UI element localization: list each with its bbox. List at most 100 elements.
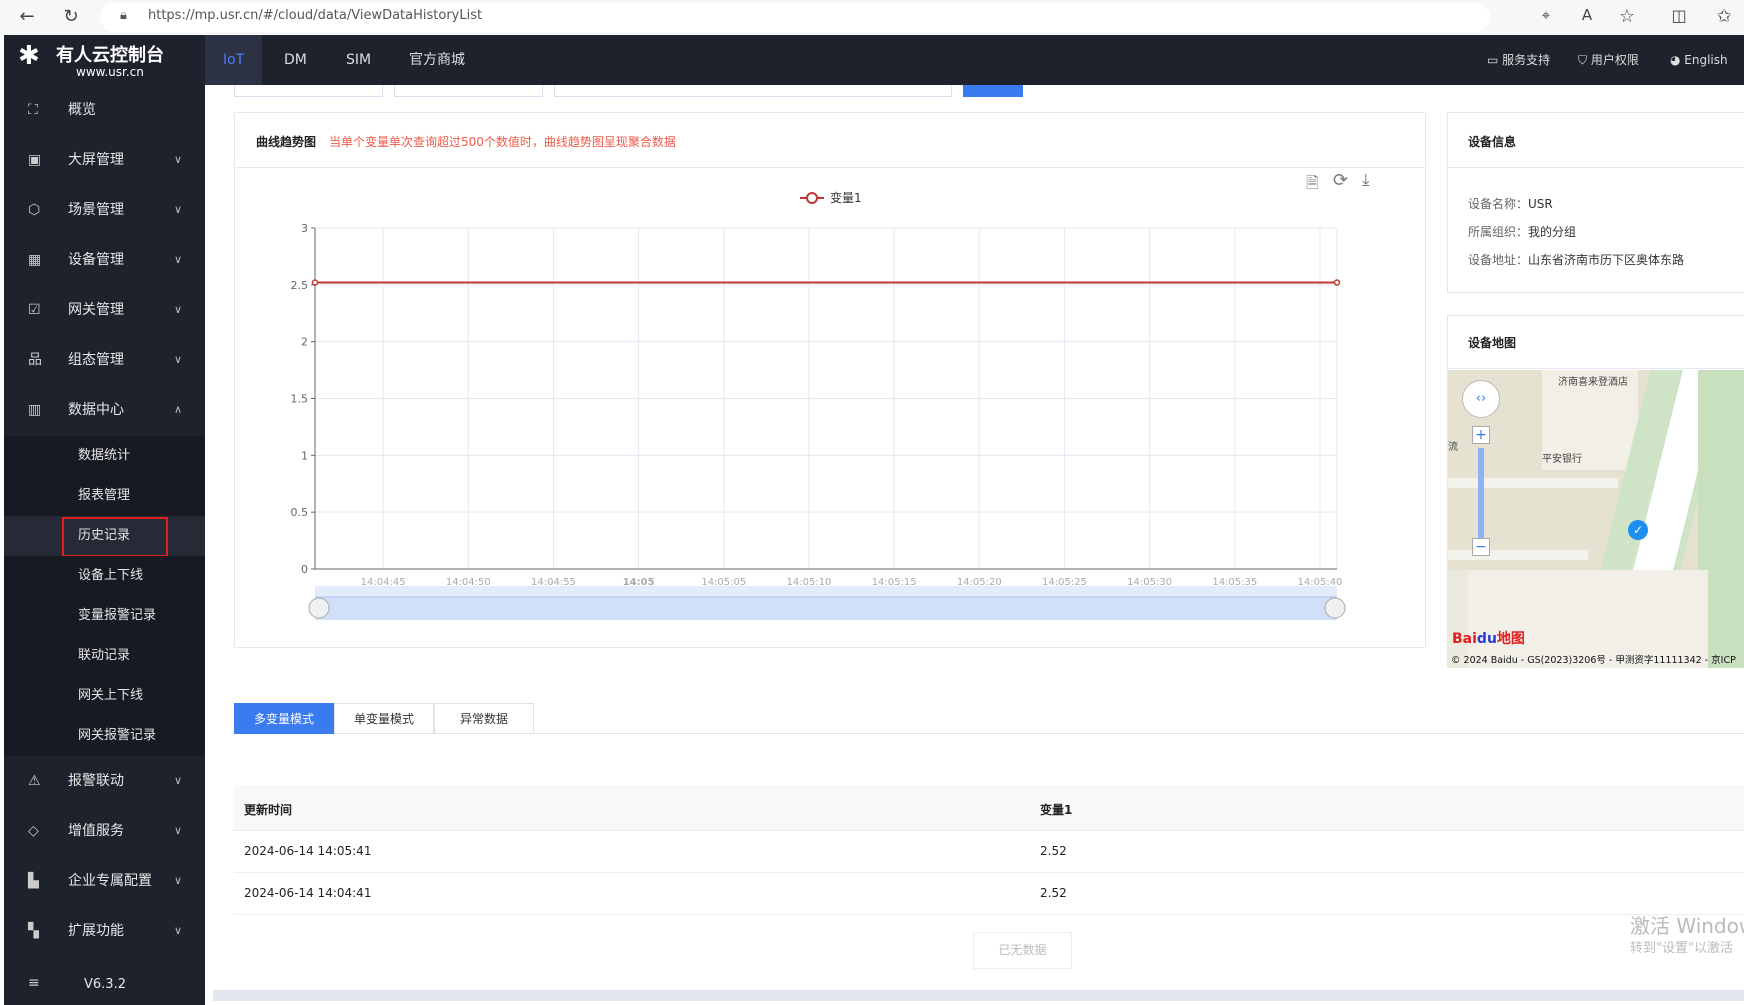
- y-tick-label: 1: [301, 449, 308, 462]
- sidebar-item-big-screen[interactable]: ▣ 大屏管理 ∨: [4, 135, 205, 185]
- map-zoom-in[interactable]: +: [1472, 426, 1490, 444]
- horizontal-scrollbar[interactable]: [213, 990, 1744, 1001]
- nav-tab-sim[interactable]: SIM: [328, 35, 389, 85]
- map-zoom-out[interactable]: −: [1472, 538, 1490, 556]
- sidebar-sub-history[interactable]: 历史记录: [4, 516, 205, 557]
- language-switch[interactable]: ◕ English: [1670, 35, 1728, 85]
- hierarchy-icon: 品: [28, 352, 42, 368]
- diamond-icon: ◇: [28, 823, 39, 839]
- nav-tab-iot[interactable]: IoT: [205, 35, 263, 85]
- brand-subtitle: www.usr.cn: [76, 65, 144, 79]
- favorite-icon[interactable]: ☆: [1616, 6, 1638, 27]
- location-icon[interactable]: ⌖: [1535, 6, 1557, 24]
- chevron-down-icon: ∨: [174, 874, 183, 887]
- poi-partial: 流: [1448, 442, 1458, 453]
- sidebar-item-enterprise[interactable]: ▙ 企业专属配置 ∨: [4, 856, 205, 906]
- chevron-down-icon: ∨: [174, 203, 183, 216]
- table-header: 更新时间 变量1: [234, 785, 1744, 831]
- sidebar-item-data-center[interactable]: ▥ 数据中心 ∧: [4, 385, 205, 435]
- data-zoom-slider[interactable]: [308, 586, 1346, 620]
- chart-legend[interactable]: 变量1: [800, 190, 862, 205]
- data-point[interactable]: [1333, 279, 1341, 286]
- y-tick-label: 3: [301, 222, 308, 235]
- cell-value: 2.52: [1040, 886, 1067, 900]
- cell-value: 2.52: [1040, 844, 1067, 858]
- tab-single-variable[interactable]: 单变量模式: [334, 703, 434, 734]
- tab-multi-variable[interactable]: 多变量模式: [234, 703, 334, 734]
- sidebar-item-overview[interactable]: ⛶ 概览: [4, 85, 205, 135]
- apps-icon: ▚: [28, 923, 39, 939]
- organization-value: 我的分组: [1528, 225, 1577, 239]
- organization-label: 所属组织：: [1468, 225, 1529, 239]
- y-tick-label: 0: [301, 563, 308, 576]
- sidebar-sub-device-online[interactable]: 设备上下线: [4, 556, 205, 596]
- nav-tab-dm[interactable]: DM: [266, 35, 325, 85]
- chevron-down-icon: ∨: [174, 824, 183, 837]
- slider-fill: [315, 597, 1337, 620]
- device-map-title: 设备地图: [1468, 336, 1517, 350]
- tabs-divider: [534, 733, 1744, 734]
- sidebar-item-value-added[interactable]: ◇ 增值服务 ∨: [4, 806, 205, 856]
- split-screen-icon[interactable]: ◫: [1668, 6, 1690, 25]
- refresh-icon[interactable]: ↻: [60, 6, 82, 27]
- chevron-down-icon: ∨: [174, 774, 183, 787]
- globe-icon: ◕: [1670, 53, 1685, 67]
- building-icon: ▙: [28, 873, 39, 889]
- sidebar-sub-reports[interactable]: 报表管理: [4, 476, 205, 516]
- baidu-map[interactable]: 济南喜来登酒店 平安银行 流 ‹› + − ✓ Baidu地图 © 2024 B…: [1448, 370, 1744, 668]
- y-tick-label: 0.5: [291, 506, 309, 519]
- nav-tab-store[interactable]: 官方商城: [391, 35, 483, 85]
- tab-abnormal-data[interactable]: 异常数据: [434, 703, 534, 734]
- favorites-list-icon[interactable]: ✩: [1713, 6, 1735, 27]
- sidebar-item-config[interactable]: 品组态管理 ∨: [4, 335, 205, 385]
- user-permissions-link[interactable]: ⛉ 用户权限: [1578, 35, 1639, 85]
- sidebar-sub-gateway-alarms[interactable]: 网关报警记录: [4, 716, 205, 756]
- sidebar-item-gateway[interactable]: ☑ 网关管理 ∨: [4, 285, 205, 335]
- version-label: V6.3.2: [84, 977, 126, 992]
- data-point[interactable]: [311, 279, 319, 286]
- legend-label: 变量1: [830, 190, 862, 205]
- sidebar: ✱ 有人云控制台 www.usr.cn ⛶ 概览 ▣ 大屏管理 ∨ ⬡ 场景管理 ∨ ▦ 设…: [4, 35, 205, 1005]
- shield-icon: ⛉: [1578, 53, 1591, 67]
- device-map-panel: 设备地图 济南喜来登酒店 平安银行 流 ‹› + − ✓ Baidu地图 © 2…: [1447, 315, 1744, 668]
- poi-bank: 平安银行: [1542, 454, 1582, 465]
- y-tick-label: 2.5: [291, 279, 309, 292]
- brand-title: 有人云控制台: [56, 45, 164, 66]
- sidebar-item-extensions[interactable]: ▚ 扩展功能 ∨: [4, 906, 205, 956]
- address-value: 山东省济南市历下区奥体东路: [1528, 253, 1685, 267]
- sidebar-item-scene[interactable]: ⬡ 场景管理 ∨: [4, 185, 205, 235]
- chevron-down-icon: ∨: [174, 153, 183, 166]
- cell-time: 2024-06-14 14:05:41: [244, 844, 372, 858]
- alarm-icon: ⚠: [28, 773, 41, 789]
- service-support-link[interactable]: ▭ 服务支持: [1487, 35, 1550, 85]
- highlight-box: [62, 517, 168, 557]
- map-pan-control[interactable]: ‹›: [1462, 380, 1500, 418]
- address-label: 设备地址：: [1468, 253, 1529, 267]
- sidebar-item-device[interactable]: ▦ 设备管理 ∨: [4, 235, 205, 285]
- scan-icon: ⛶: [28, 102, 38, 118]
- chevron-down-icon: ∨: [174, 924, 183, 937]
- monitor-icon: ▣: [28, 152, 42, 168]
- url-text[interactable]: https://mp.usr.cn/#/cloud/data/ViewDataH…: [148, 8, 482, 23]
- map-zoom-slider[interactable]: [1478, 448, 1484, 540]
- column-header-time: 更新时间: [244, 803, 293, 817]
- sidebar-sub-data-stats[interactable]: 数据统计: [4, 436, 205, 476]
- collapse-menu-icon[interactable]: ≡: [28, 975, 40, 991]
- sidebar-sub-linkage[interactable]: 联动记录: [4, 636, 205, 676]
- sidebar-sub-variable-alarms[interactable]: 变量报警记录: [4, 596, 205, 636]
- cube-icon: ⬡: [28, 202, 41, 218]
- chevron-up-icon: ∧: [174, 403, 183, 416]
- line-chart: 变量1 00.511.522.53 14:04:45 14:04:50 14:04:…: [291, 190, 1346, 620]
- device-grid-icon: ▦: [28, 252, 42, 268]
- windows-watermark-subtitle: 转到"设置"以激活: [1630, 941, 1733, 956]
- sidebar-sub-gateway-online[interactable]: 网关上下线: [4, 676, 205, 716]
- windows-watermark-title: 激活 Windows: [1630, 914, 1744, 938]
- table-row: 2024-06-14 14:05:41 2.52: [234, 831, 1744, 873]
- back-icon[interactable]: ←: [16, 6, 38, 27]
- read-aloud-icon[interactable]: A: [1576, 6, 1598, 24]
- slider-handle-left[interactable]: [308, 597, 330, 619]
- chevron-down-icon: ∨: [174, 303, 183, 316]
- device-marker-icon[interactable]: ✓: [1628, 520, 1648, 540]
- sidebar-item-alarm[interactable]: ⚠ 报警联动 ∨: [4, 756, 205, 806]
- slider-handle-right[interactable]: [1324, 597, 1346, 619]
